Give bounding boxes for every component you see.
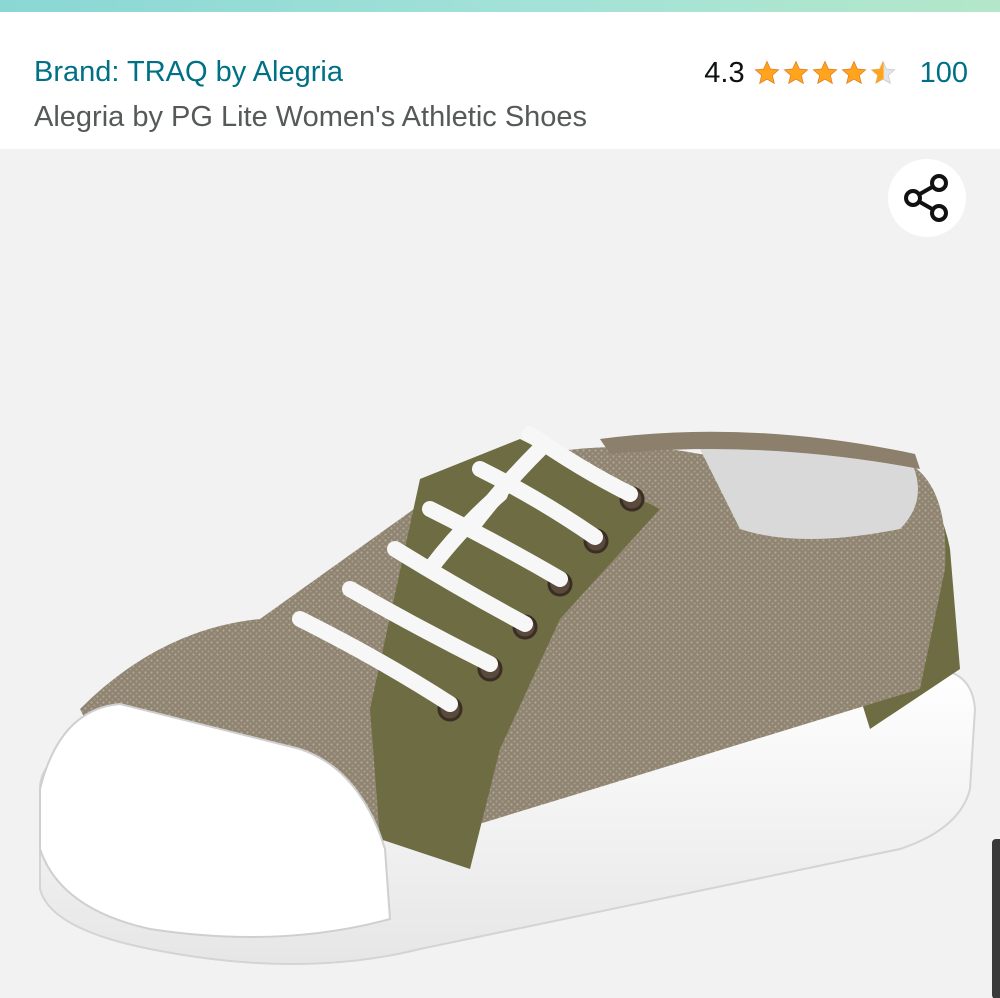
top-status-strip <box>0 0 1000 12</box>
star-icon <box>812 60 838 85</box>
brand-link[interactable]: Brand: TRAQ by Alegria <box>34 56 343 89</box>
product-image-area[interactable] <box>0 149 1000 998</box>
star-icon <box>841 60 867 85</box>
share-icon <box>904 174 948 222</box>
product-title: Alegria by PG Lite Women's Athletic Shoe… <box>34 101 588 133</box>
product-image[interactable] <box>0 149 1000 998</box>
rating-value: 4.3 <box>704 56 745 89</box>
scroll-indicator[interactable] <box>992 839 1000 998</box>
review-count-link[interactable]: 100 <box>920 57 968 90</box>
product-header: Brand: TRAQ by Alegria Alegria by PG Lit… <box>0 12 1000 149</box>
star-icon <box>754 60 780 85</box>
rating-summary[interactable]: 4.3 100 <box>704 56 968 90</box>
star-icon <box>783 60 809 85</box>
half-star-icon <box>870 60 896 85</box>
star-rating[interactable] <box>753 59 898 87</box>
share-button[interactable] <box>888 159 966 237</box>
